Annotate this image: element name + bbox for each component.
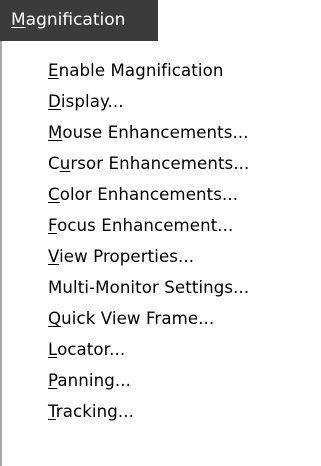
menu-item-text-post: isplay... — [60, 92, 124, 111]
menu-item-cursor-enhancements[interactable]: Cursor Enhancements... — [2, 148, 321, 179]
menu-item-text-post: anning... — [57, 371, 131, 390]
menu-item-accelerator: F — [48, 216, 58, 235]
menu-item-text-post: iew Properties... — [59, 247, 195, 266]
menu-item-text-post: olor Enhancements... — [59, 185, 239, 204]
menu-item-text-post: ocus Enhancement... — [57, 216, 234, 235]
menu-item-enable-magnification[interactable]: Enable Magnification — [2, 55, 321, 86]
menu-item-list: Enable Magnification Display... Mouse En… — [2, 55, 321, 427]
menu-item-view-properties[interactable]: View Properties... — [2, 241, 321, 272]
menu-title-accelerator: M — [11, 10, 26, 30]
menu-item-accelerator: P — [48, 371, 58, 390]
menu-item-multi-monitor-settings[interactable]: Multi-Monitor Settings... — [2, 272, 321, 303]
magnification-menu-title[interactable]: Magnification — [0, 0, 158, 41]
menu-item-text-post: ouse Enhancements... — [62, 123, 249, 142]
menu-item-panning[interactable]: Panning... — [2, 365, 321, 396]
menu-item-quick-view-frame[interactable]: Quick View Frame... — [2, 303, 321, 334]
menu-item-focus-enhancement[interactable]: Focus Enhancement... — [2, 210, 321, 241]
menu-item-mouse-enhancements[interactable]: Mouse Enhancements... — [2, 117, 321, 148]
menu-item-locator[interactable]: Locator... — [2, 334, 321, 365]
menu-item-tracking[interactable]: Tracking... — [2, 396, 321, 427]
menu-item-accelerator: u — [59, 154, 71, 173]
menu-title-post: agnification — [25, 10, 126, 30]
menu-item-accelerator: C — [48, 185, 60, 204]
menu-item-text-pre: C — [48, 154, 60, 173]
menu-item-display[interactable]: Display... — [2, 86, 321, 117]
magnification-dropdown-menu: Enable Magnification Display... Mouse En… — [0, 41, 321, 466]
menu-item-accelerator: E — [48, 61, 59, 80]
menu-item-accelerator: M — [48, 123, 63, 142]
menu-item-accelerator: Q — [48, 309, 62, 328]
menu-item-text-post: racking... — [55, 402, 135, 421]
menu-item-accelerator: V — [48, 247, 60, 266]
menu-item-text-post: nable Magnification — [58, 61, 224, 80]
menu-item-text-post: ocator... — [57, 340, 126, 359]
menu-item-accelerator: D — [48, 92, 61, 111]
menu-item-accelerator: L — [48, 340, 58, 359]
menu-item-color-enhancements[interactable]: Color Enhancements... — [2, 179, 321, 210]
menu-item-text-pre: Multi-Monitor Settings... — [48, 278, 250, 297]
menu-item-text-post: uick View Frame... — [61, 309, 215, 328]
menu-item-accelerator: T — [48, 402, 56, 421]
menu-item-text-post: rsor Enhancements... — [70, 154, 250, 173]
